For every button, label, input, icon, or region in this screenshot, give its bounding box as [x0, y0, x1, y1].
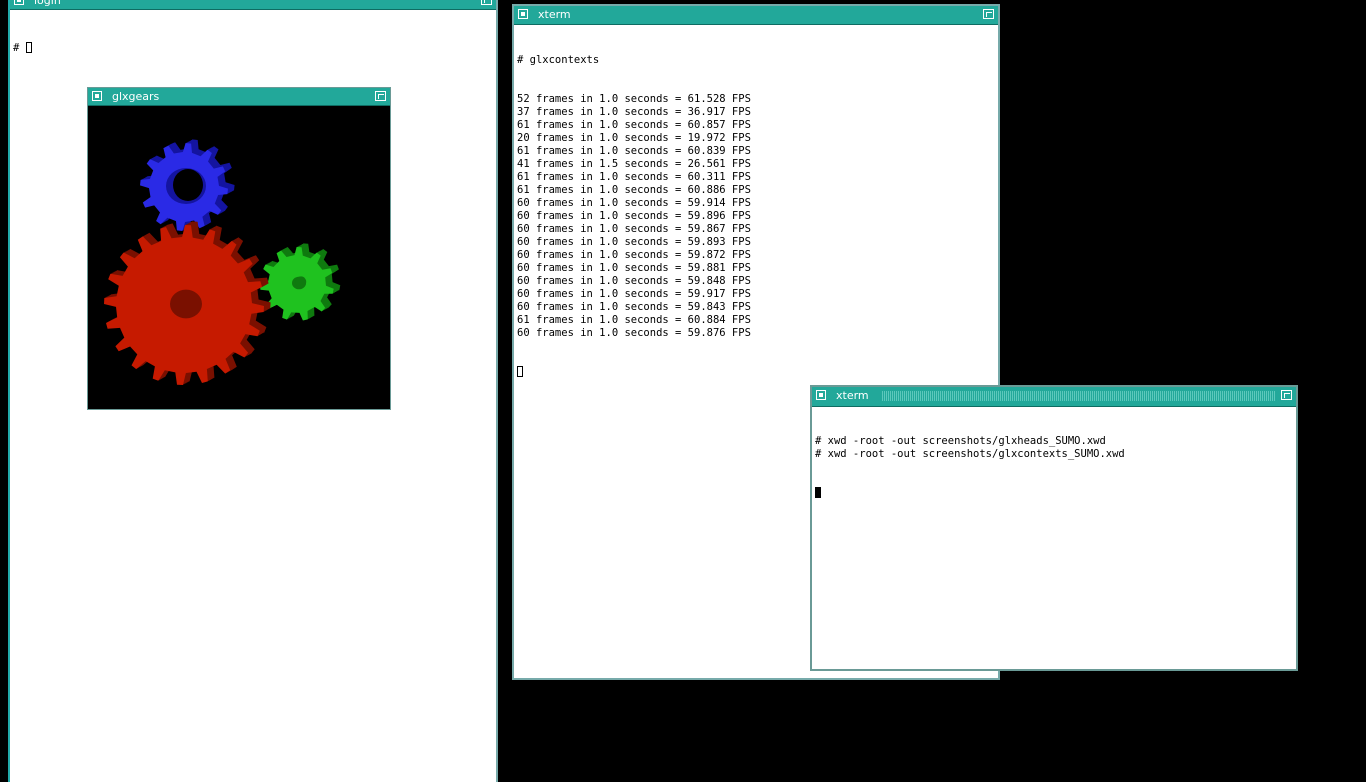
- glxgears-titlebar[interactable]: glxgears: [88, 88, 390, 106]
- terminal-line: 60 frames in 1.0 seconds = 59.881 FPS: [517, 262, 751, 274]
- window-menu-icon[interactable]: [816, 390, 826, 400]
- terminal-line: 37 frames in 1.0 seconds = 36.917 FPS: [517, 106, 751, 118]
- terminal-line: 61 frames in 1.0 seconds = 60.857 FPS: [517, 119, 751, 131]
- terminal-line: 52 frames in 1.0 seconds = 61.528 FPS: [517, 93, 751, 105]
- window-menu-icon[interactable]: [518, 9, 528, 19]
- cursor: [517, 366, 523, 377]
- terminal-line: 60 frames in 1.0 seconds = 59.872 FPS: [517, 249, 751, 261]
- xterm-titlebar[interactable]: xterm: [514, 6, 998, 25]
- titlebar-active-stripe: [882, 391, 1276, 401]
- terminal-line: 41 frames in 1.5 seconds = 26.561 FPS: [517, 158, 751, 170]
- window-menu-icon[interactable]: [92, 91, 102, 101]
- gears-render-area: [89, 107, 389, 408]
- window-menu-icon[interactable]: [14, 0, 24, 5]
- login-titlebar[interactable]: login: [10, 0, 496, 10]
- xterm-titlebar[interactable]: xterm: [812, 387, 1296, 407]
- terminal-line: 60 frames in 1.0 seconds = 59.893 FPS: [517, 236, 751, 248]
- terminal-line: 60 frames in 1.0 seconds = 59.848 FPS: [517, 275, 751, 287]
- maximize-icon[interactable]: [375, 91, 386, 101]
- terminal-line: 60 frames in 1.0 seconds = 59.876 FPS: [517, 327, 751, 339]
- terminal-line: # xwd -root -out screenshots/glxheads_SU…: [815, 435, 1106, 447]
- terminal-line: 60 frames in 1.0 seconds = 59.896 FPS: [517, 210, 751, 222]
- maximize-icon[interactable]: [1281, 390, 1292, 400]
- glxgears-window[interactable]: glxgears: [87, 87, 391, 410]
- terminal-line: # xwd -root -out screenshots/glxcontexts…: [815, 448, 1125, 460]
- terminal-line: 61 frames in 1.0 seconds = 60.311 FPS: [517, 171, 751, 183]
- window-title: xterm: [836, 389, 869, 402]
- green-gear: [260, 243, 341, 321]
- red-gear: [104, 221, 271, 385]
- cursor: [815, 487, 821, 498]
- cursor: [25, 42, 32, 53]
- blue-gear: [140, 139, 235, 231]
- command-line: # glxcontexts: [517, 54, 600, 66]
- terminal-line: 60 frames in 1.0 seconds = 59.914 FPS: [517, 197, 751, 209]
- terminal-line: 60 frames in 1.0 seconds = 59.917 FPS: [517, 288, 751, 300]
- terminal-line: 60 frames in 1.0 seconds = 59.867 FPS: [517, 223, 751, 235]
- terminal-line: 61 frames in 1.0 seconds = 60.884 FPS: [517, 314, 751, 326]
- prompt: #: [13, 42, 26, 54]
- window-title: glxgears: [112, 90, 160, 103]
- maximize-icon[interactable]: [481, 0, 492, 5]
- xterm-screenshot-window[interactable]: xterm # xwd -root -out screenshots/glxhe…: [810, 385, 1298, 671]
- terminal-line: 61 frames in 1.0 seconds = 60.886 FPS: [517, 184, 751, 196]
- terminal-line: 61 frames in 1.0 seconds = 60.839 FPS: [517, 145, 751, 157]
- terminal-line: 60 frames in 1.0 seconds = 59.843 FPS: [517, 301, 751, 313]
- window-title: login: [34, 0, 61, 7]
- terminal-line: 20 frames in 1.0 seconds = 19.972 FPS: [517, 132, 751, 144]
- window-title: xterm: [538, 8, 571, 21]
- maximize-icon[interactable]: [983, 9, 994, 19]
- terminal-output[interactable]: # xwd -root -out screenshots/glxheads_SU…: [815, 409, 1294, 667]
